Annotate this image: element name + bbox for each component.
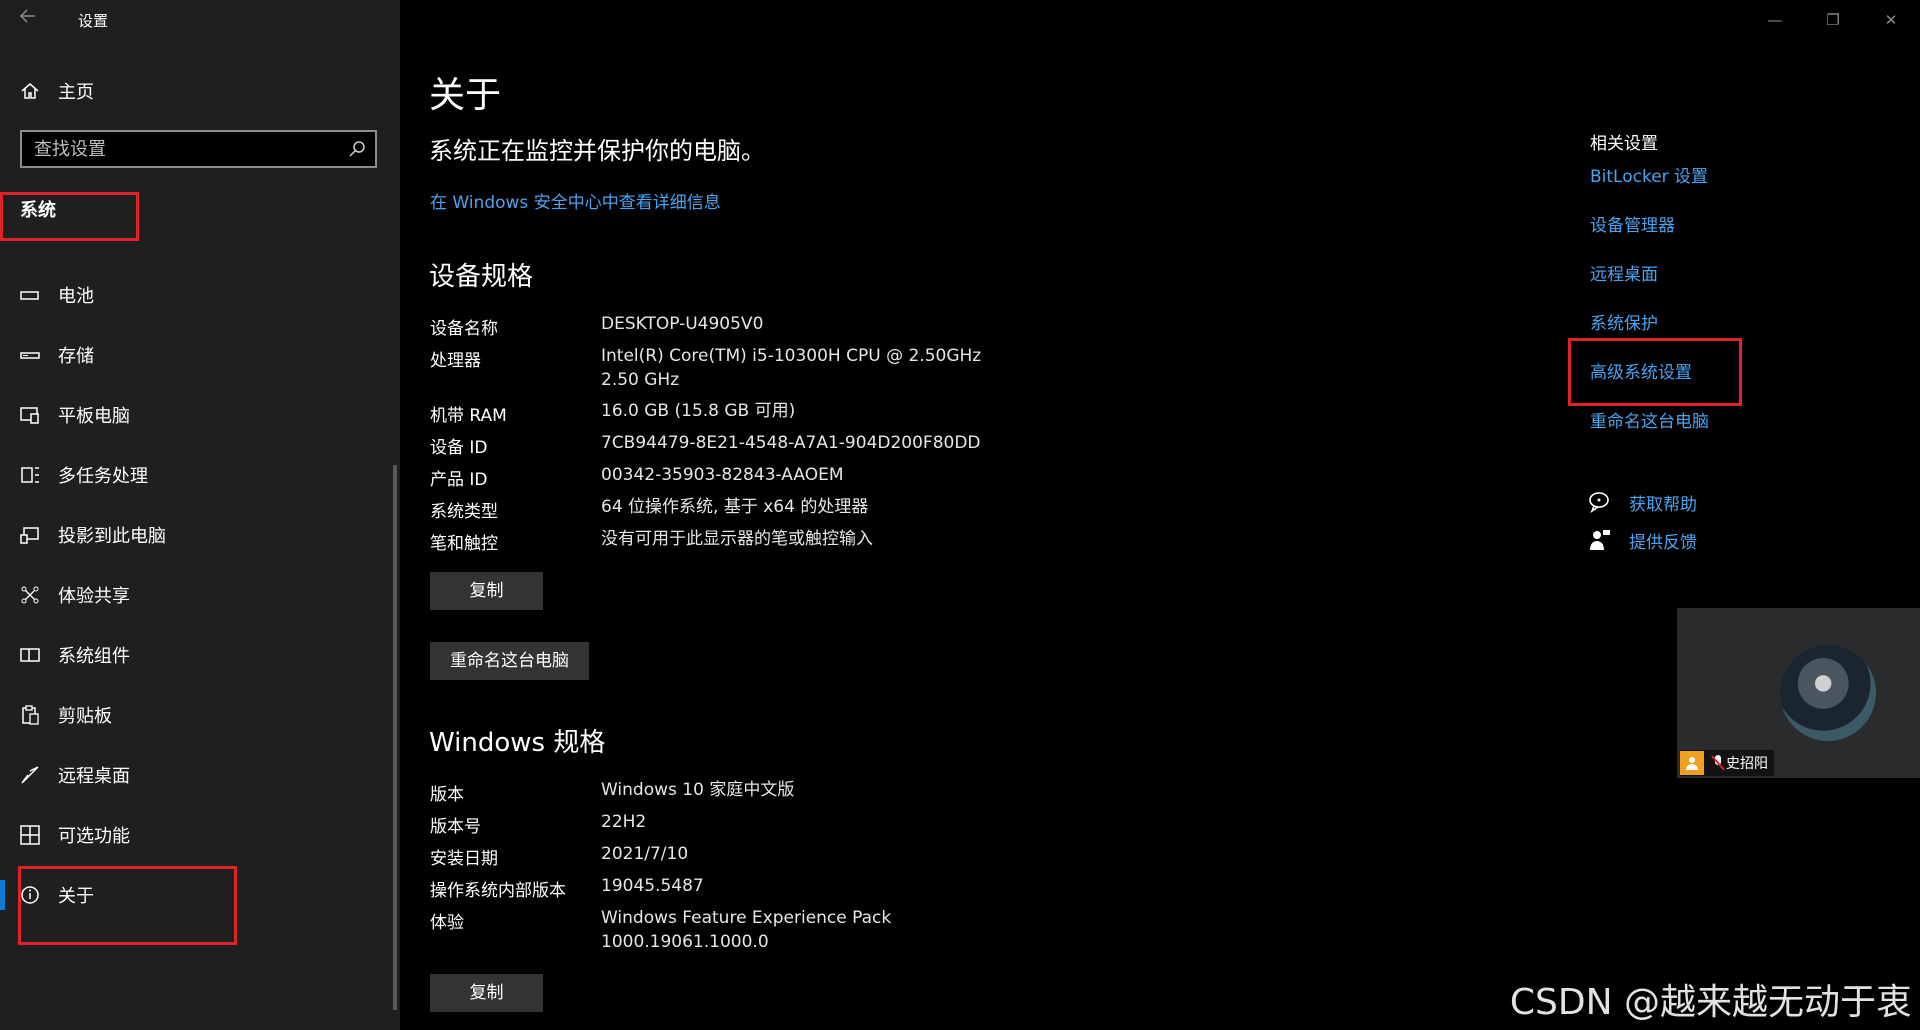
nav-item-label: 系统组件 — [58, 646, 130, 667]
nav-item-storage[interactable]: 存储 — [0, 331, 400, 379]
get-help-link[interactable]: 获取帮助 — [1629, 490, 1697, 515]
search-icon[interactable] — [347, 139, 367, 159]
spec-label: 设备 ID — [430, 438, 488, 458]
nav-item-system-components[interactable]: 系统组件 — [0, 631, 400, 679]
participant-name: 史招阳 — [1726, 756, 1768, 772]
user-icon — [1680, 751, 1704, 775]
nav-item-label: 平板电脑 — [58, 406, 130, 427]
windows-specs-heading: Windows 规格 — [429, 728, 606, 758]
window-title: 设置 — [78, 12, 109, 30]
avatar — [1780, 645, 1876, 741]
rename-pc-button[interactable]: 重命名这台电脑 — [430, 642, 589, 680]
spec-value: 2021/7/10 — [601, 844, 689, 864]
remote-desktop-link[interactable]: 远程桌面 — [1590, 260, 1658, 285]
give-feedback-link[interactable]: 提供反馈 — [1629, 528, 1697, 553]
spec-label: 产品 ID — [430, 470, 488, 490]
protection-status-text: 系统正在监控并保护你的电脑。 — [429, 137, 765, 165]
nav-home[interactable]: 主页 — [0, 67, 400, 115]
nav-item-optional-features[interactable]: 可选功能 — [0, 811, 400, 859]
spec-label: 安装日期 — [430, 849, 498, 869]
spec-label: 体验 — [430, 913, 464, 933]
spec-label: 版本 — [430, 785, 464, 805]
highlight-box-system — [0, 192, 139, 241]
get-help-icon — [1588, 490, 1612, 514]
spec-value: Intel(R) Core(TM) i5-10300H CPU @ 2.50GH… — [601, 346, 982, 390]
nav-item-label: 存储 — [58, 346, 94, 367]
page-title: 关于 — [429, 75, 502, 116]
clipboard-icon — [18, 703, 42, 727]
nav-item-shared-experiences[interactable]: 体验共享 — [0, 571, 400, 619]
spec-value: 没有可用于此显示器的笔或触控输入 — [601, 529, 873, 549]
nav-item-multitasking[interactable]: 多任务处理 — [0, 451, 400, 499]
security-center-link[interactable]: 在 Windows 安全中心中查看详细信息 — [430, 188, 721, 213]
spec-value: DESKTOP-U4905V0 — [601, 314, 764, 334]
bitlocker-settings-link[interactable]: BitLocker 设置 — [1590, 162, 1708, 187]
spec-value: 22H2 — [601, 812, 647, 832]
spec-label: 设备名称 — [430, 319, 498, 339]
home-icon — [18, 79, 42, 103]
highlight-box-about — [18, 866, 237, 945]
spec-value: 19045.5487 — [601, 876, 704, 896]
nav-item-projecting[interactable]: 投影到此电脑 — [0, 511, 400, 559]
device-specs-heading: 设备规格 — [429, 262, 534, 292]
share-experience-icon — [18, 583, 42, 607]
spec-value: 16.0 GB (15.8 GB 可用) — [601, 401, 796, 421]
sidebar: 设置 主页 系统 电池 存储 平板电脑 多任务处理 投影到此电脑 体验共享 — [0, 0, 400, 1030]
mic-muted-icon — [1710, 754, 1726, 776]
search-box[interactable] — [20, 130, 377, 168]
nav-item-label: 体验共享 — [58, 586, 130, 607]
spec-label: 系统类型 — [430, 502, 498, 522]
projecting-icon — [18, 523, 42, 547]
highlight-box-advanced-settings — [1568, 338, 1742, 406]
spec-label: 处理器 — [430, 351, 481, 371]
related-settings-heading: 相关设置 — [1590, 134, 1658, 154]
feedback-icon — [1588, 528, 1612, 552]
spec-label: 机带 RAM — [430, 406, 507, 426]
nav-item-label: 多任务处理 — [58, 466, 148, 487]
watermark: CSDN @越来越无动于衷 — [1509, 982, 1912, 1023]
copy-windows-specs-button[interactable]: 复制 — [430, 974, 543, 1012]
nav-item-tablet[interactable]: 平板电脑 — [0, 391, 400, 439]
nav-item-label: 剪贴板 — [58, 706, 112, 727]
storage-icon — [18, 343, 42, 367]
system-protection-link[interactable]: 系统保护 — [1590, 309, 1658, 334]
minimize-button[interactable]: — — [1760, 8, 1790, 32]
system-components-icon — [18, 643, 42, 667]
nav-item-battery[interactable]: 电池 — [0, 271, 400, 319]
spec-value: Windows 10 家庭中文版 — [601, 780, 795, 800]
spec-label: 操作系统内部版本 — [430, 881, 566, 901]
restore-button[interactable]: ❐ — [1818, 8, 1848, 32]
spec-value: Windows Feature Experience Pack 1000.190… — [601, 908, 892, 952]
rename-pc-link[interactable]: 重命名这台电脑 — [1590, 407, 1709, 432]
close-button[interactable]: ✕ — [1876, 8, 1906, 32]
spec-value: 64 位操作系统, 基于 x64 的处理器 — [601, 497, 869, 517]
battery-icon — [18, 283, 42, 307]
participant-badge: 史招阳 — [1680, 750, 1774, 776]
spec-value: 7CB94479-8E21-4548-A7A1-904D200F80DD — [601, 433, 981, 453]
nav-item-label: 电池 — [58, 286, 94, 307]
search-input[interactable] — [34, 136, 334, 162]
optional-features-icon — [18, 823, 42, 847]
multitasking-icon — [18, 463, 42, 487]
copy-device-specs-button[interactable]: 复制 — [430, 572, 543, 610]
device-manager-link[interactable]: 设备管理器 — [1590, 211, 1675, 236]
nav-item-remote-desktop[interactable]: 远程桌面 — [0, 751, 400, 799]
nav-home-label: 主页 — [58, 82, 94, 103]
spec-label: 笔和触控 — [430, 534, 498, 554]
nav-item-clipboard[interactable]: 剪贴板 — [0, 691, 400, 739]
nav-item-label: 远程桌面 — [58, 766, 130, 787]
nav-item-label: 可选功能 — [58, 826, 130, 847]
remote-desktop-icon — [18, 763, 42, 787]
spec-label: 版本号 — [430, 817, 481, 837]
spec-value: 00342-35903-82843-AAOEM — [601, 465, 844, 485]
sidebar-scrollbar[interactable] — [393, 465, 397, 1010]
back-arrow-icon[interactable] — [18, 6, 42, 30]
nav-item-label: 投影到此电脑 — [58, 526, 166, 547]
tablet-icon — [18, 403, 42, 427]
